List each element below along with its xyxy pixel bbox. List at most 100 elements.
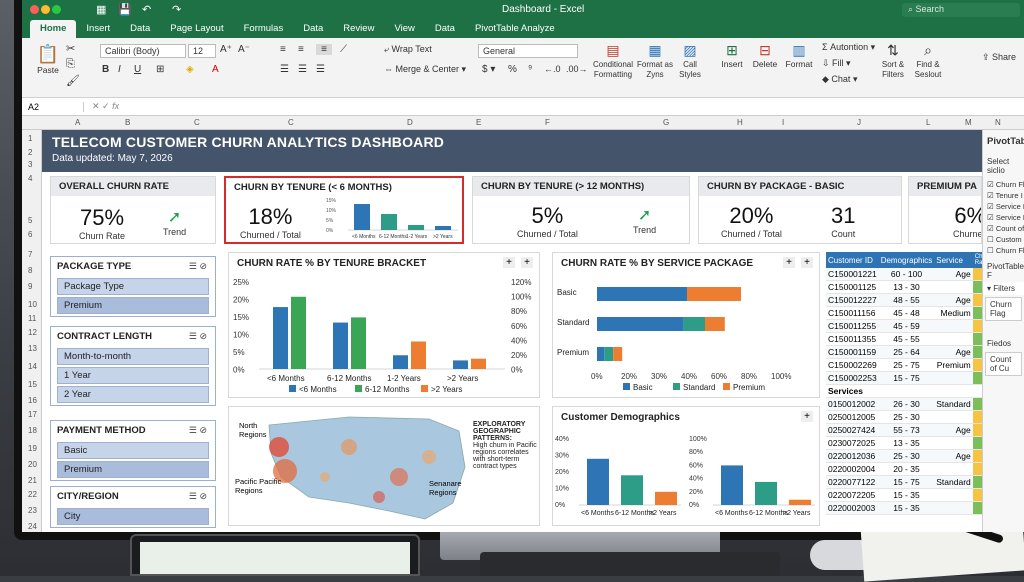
align-right-icon[interactable]: ☰ bbox=[316, 64, 325, 75]
format-cells-button[interactable]: ▥ Format bbox=[782, 42, 816, 69]
kpi-premium[interactable]: PREMIUM PA 6% Churned bbox=[908, 176, 982, 244]
multi-select-icon[interactable]: ☰ ⊘ bbox=[189, 261, 207, 272]
save-icon[interactable]: 💾 bbox=[118, 3, 132, 16]
align-left-icon[interactable]: ☰ bbox=[280, 64, 289, 75]
minimize-window-icon[interactable] bbox=[41, 5, 50, 14]
column-header[interactable]: I bbox=[782, 118, 784, 127]
format-as-table-button[interactable]: ▦ Format as Zyns bbox=[636, 42, 674, 79]
row-header[interactable]: 24 bbox=[28, 522, 37, 531]
conditional-formatting-button[interactable]: ▤ Conditional Formatting bbox=[590, 42, 636, 79]
checkbox-icon[interactable]: ☐ bbox=[987, 235, 996, 244]
redo-icon[interactable]: ↷ bbox=[172, 3, 181, 16]
insert-cells-button[interactable]: ⊞ Insert bbox=[716, 42, 748, 69]
slicer-item[interactable]: Month-to-month bbox=[57, 348, 209, 365]
fill-button[interactable]: ⇩ Fill ▾ bbox=[822, 58, 851, 69]
checkbox-icon[interactable]: ☑ bbox=[987, 180, 996, 189]
column-header[interactable]: H bbox=[737, 118, 743, 127]
column-header[interactable]: C bbox=[288, 118, 294, 127]
slicer-item[interactable]: 2 Year bbox=[57, 386, 209, 403]
format-painter-icon[interactable]: 🖌 bbox=[66, 74, 80, 87]
slicer-item[interactable]: Package Type bbox=[57, 278, 209, 295]
comma-icon[interactable]: ⁹ bbox=[528, 64, 532, 75]
row-header[interactable]: 14 bbox=[28, 362, 37, 371]
row-header[interactable]: 17 bbox=[28, 410, 37, 419]
underline-icon[interactable]: U bbox=[134, 64, 141, 75]
add-icon[interactable]: + bbox=[783, 257, 795, 268]
table-row[interactable]: 0150012002 26 - 30 Standard bbox=[826, 397, 994, 411]
pivot-field[interactable]: ☑ Count of bbox=[983, 223, 1024, 234]
orientation-icon[interactable]: ⟋ bbox=[340, 44, 347, 55]
slicer-item[interactable]: City bbox=[57, 508, 209, 525]
tab-data[interactable]: Data bbox=[293, 20, 333, 38]
table-row[interactable]: 0230072025 13 - 35 bbox=[826, 436, 994, 450]
table-row[interactable]: 0220012036 25 - 30 Age bbox=[826, 449, 994, 463]
tab-insert[interactable]: Insert bbox=[76, 20, 120, 38]
percent-icon[interactable]: % bbox=[508, 64, 517, 75]
table-row[interactable]: C150001159 25 - 64 Age bbox=[826, 345, 994, 359]
copy-icon[interactable]: ⎘ bbox=[66, 58, 75, 71]
row-header[interactable]: 7 bbox=[28, 250, 32, 259]
slicer-item[interactable]: Premium bbox=[57, 297, 209, 314]
pivot-field[interactable]: ☑ Churn Fl bbox=[983, 179, 1024, 190]
clear-button[interactable]: ◆ Chat ▾ bbox=[822, 74, 857, 85]
number-format-select[interactable]: General bbox=[478, 44, 578, 58]
row-header[interactable]: 3 bbox=[28, 160, 32, 169]
table-row[interactable]: 0220072205 15 - 35 bbox=[826, 488, 994, 502]
grow-font-icon[interactable]: A⁺ bbox=[220, 44, 232, 55]
paste-button[interactable]: 📋 Paste bbox=[28, 44, 68, 75]
column-header[interactable]: E bbox=[476, 118, 481, 127]
decrease-decimal-icon[interactable]: .00→ bbox=[566, 64, 588, 74]
column-header[interactable]: G bbox=[663, 118, 669, 127]
tab-pivottable-analyze[interactable]: PivotTable Analyze bbox=[465, 20, 565, 38]
kpi-tenure-under-6[interactable]: CHURN BY TENURE (< 6 MONTHS) 18% Churned… bbox=[224, 176, 464, 244]
tab-data[interactable]: Data bbox=[425, 20, 465, 38]
row-header[interactable]: 23 bbox=[28, 506, 37, 515]
column-header[interactable]: N bbox=[995, 118, 1001, 127]
row-header[interactable]: 11 bbox=[28, 314, 36, 323]
row-header[interactable]: 20 bbox=[28, 460, 37, 469]
table-row[interactable]: 0220077122 15 - 75 Standard bbox=[826, 475, 994, 489]
row-header[interactable]: 18 bbox=[28, 426, 37, 435]
increase-decimal-icon[interactable]: ←.0 bbox=[544, 64, 561, 74]
multi-select-icon[interactable]: ☰ ⊘ bbox=[189, 425, 207, 436]
delete-cells-button[interactable]: ⊟ Delete bbox=[748, 42, 782, 69]
table-row[interactable]: C150001125 13 - 30 bbox=[826, 280, 994, 294]
row-header[interactable]: 21 bbox=[28, 476, 37, 485]
checkbox-icon[interactable]: ☑ bbox=[987, 191, 996, 200]
filter-field[interactable]: Churn Flag bbox=[985, 297, 1022, 321]
slicer-item[interactable]: Basic bbox=[57, 442, 209, 459]
align-middle-icon[interactable]: ≡ bbox=[298, 44, 304, 55]
close-window-icon[interactable] bbox=[30, 5, 39, 14]
pivot-field[interactable]: ☐ Churn Fla bbox=[983, 245, 1024, 256]
row-header[interactable]: 19 bbox=[28, 444, 37, 453]
find-select-button[interactable]: ⌕ Find & Seslout bbox=[910, 42, 946, 79]
column-header[interactable]: F bbox=[545, 118, 550, 127]
undo-icon[interactable]: ↶ bbox=[142, 3, 151, 16]
grid-icon[interactable]: ▦ bbox=[96, 3, 106, 16]
font-size-select[interactable]: 12 bbox=[188, 44, 216, 58]
cut-icon[interactable]: ✂ bbox=[66, 42, 75, 55]
table-header-cell[interactable]: Customer ID bbox=[826, 252, 879, 268]
shrink-font-icon[interactable]: A⁻ bbox=[238, 44, 250, 55]
table-row[interactable]: C150011156 45 - 48 Medium bbox=[826, 306, 994, 320]
row-header[interactable]: 13 bbox=[28, 344, 37, 353]
row-header[interactable]: 10 bbox=[28, 300, 37, 309]
table-row[interactable]: 0250012005 25 - 30 bbox=[826, 410, 994, 424]
sort-filter-button[interactable]: ⇅ Sort & Filters bbox=[876, 42, 910, 79]
table-row[interactable]: C150001221 60 - 100 Age bbox=[826, 268, 994, 281]
italic-icon[interactable]: I bbox=[118, 64, 121, 75]
column-header[interactable]: C bbox=[194, 118, 200, 127]
table-row[interactable]: 0220002003 15 - 35 bbox=[826, 501, 994, 515]
add-icon[interactable]: + bbox=[521, 257, 533, 268]
merge-center-button[interactable]: ⇔ Merge & Center ▾ bbox=[384, 64, 466, 75]
pivot-field[interactable]: ☐ Custom bbox=[983, 234, 1024, 245]
row-header[interactable]: 4 bbox=[28, 174, 32, 183]
checkbox-icon[interactable]: ☑ bbox=[987, 202, 996, 211]
align-bottom-icon[interactable]: ≡ bbox=[316, 44, 332, 55]
font-color-icon[interactable]: A bbox=[212, 64, 219, 75]
kpi-overall-churn[interactable]: OVERALL CHURN RATE 75% Churn Rate ➚ Tren… bbox=[50, 176, 216, 244]
formula-input[interactable] bbox=[144, 98, 1024, 115]
add-icon[interactable]: + bbox=[503, 257, 515, 268]
value-field[interactable]: Count of Cu bbox=[985, 352, 1022, 376]
column-header[interactable]: J bbox=[857, 118, 861, 127]
